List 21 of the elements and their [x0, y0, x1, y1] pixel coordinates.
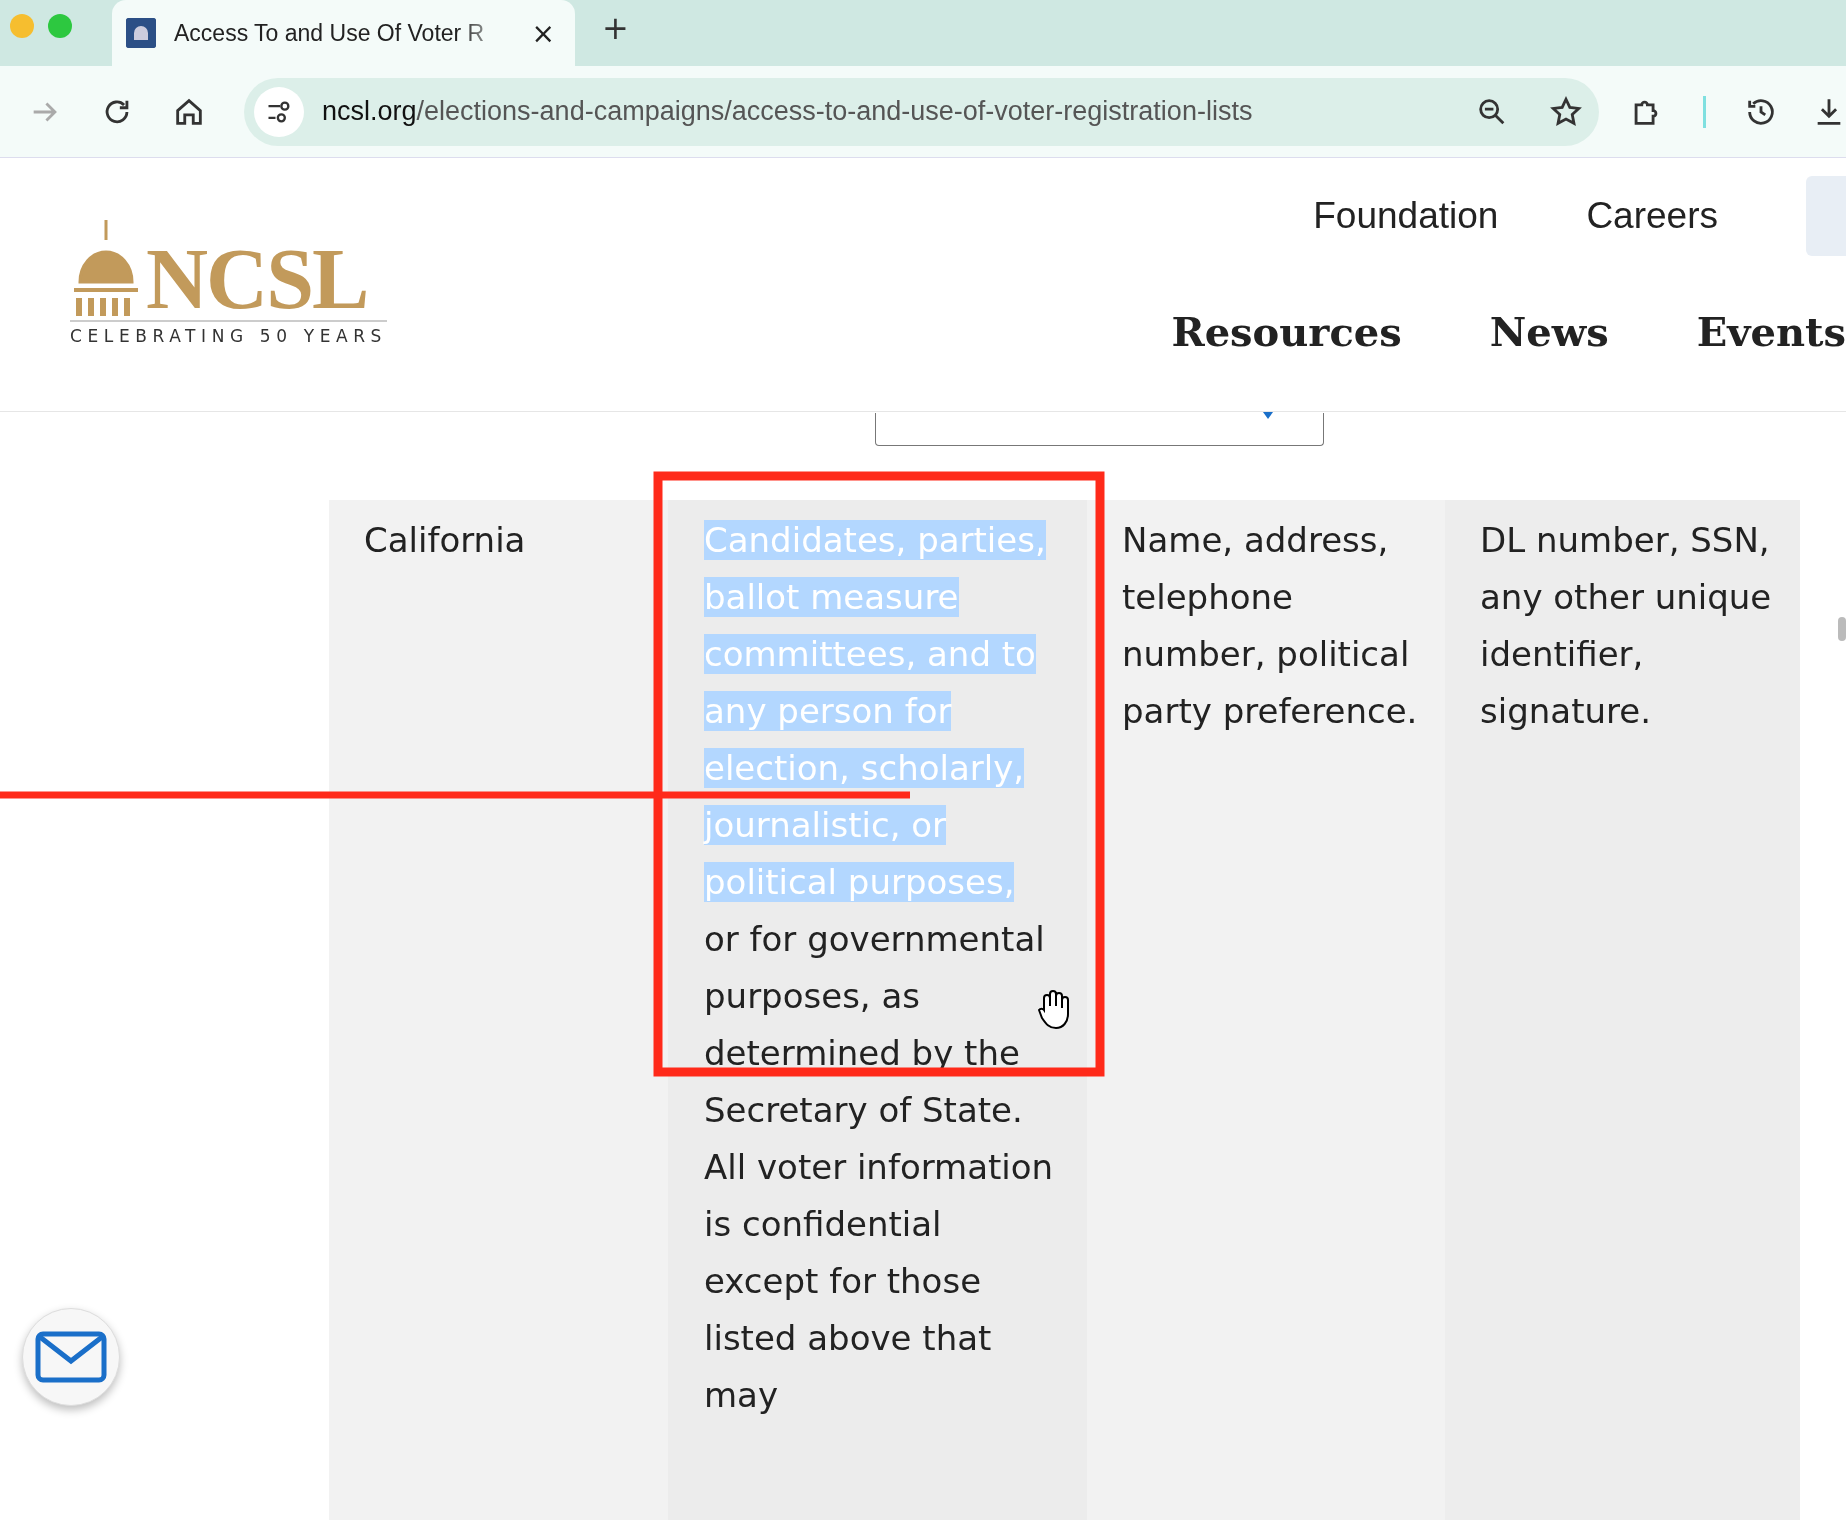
main-nav-link[interactable]: News: [1489, 308, 1609, 355]
filter-dropdown[interactable]: [875, 413, 1324, 446]
scrollbar-thumb[interactable]: [1838, 617, 1846, 641]
browser-tab[interactable]: Access To and Use Of Voter R ×: [112, 0, 575, 66]
main-nav-link[interactable]: Resources: [1171, 308, 1402, 355]
top-nav-link[interactable]: Foundation: [1313, 195, 1499, 237]
star-icon[interactable]: [1549, 94, 1583, 129]
table-cell: DL number, SSN, any other unique identifier, signature.: [1445, 500, 1800, 1520]
main-nav-link[interactable]: Events: [1696, 308, 1846, 355]
address-bar[interactable]: ncsl.org/elections-and-campaigns/access-to-and-use-of-voter-registration-lists: [244, 77, 1599, 146]
tab-title: Access To and Use Of Voter R: [174, 19, 486, 47]
envelope-icon: [35, 1331, 107, 1383]
url-text: ncsl.org/elections-and-campaigns/access-to-and-use-of-voter-registration-lists: [322, 96, 1254, 127]
table-cell-text: California: [363, 519, 527, 562]
top-nav-link[interactable]: Careers: [1586, 195, 1718, 237]
new-tab-button[interactable]: +: [596, 8, 635, 48]
hand-cursor-icon: [1036, 990, 1070, 1030]
close-tab-button[interactable]: ×: [527, 16, 559, 50]
email-button[interactable]: [22, 1308, 120, 1406]
logo-tagline: CELEBRATING 50 YEARS: [70, 326, 387, 346]
table-cell-text: Name, address, telephone number, political party preference.: [1121, 519, 1419, 733]
